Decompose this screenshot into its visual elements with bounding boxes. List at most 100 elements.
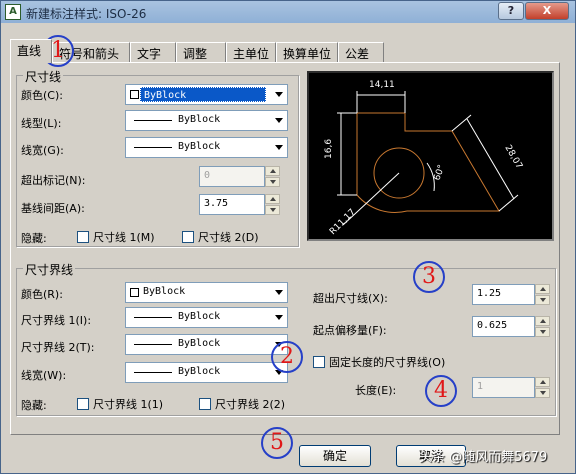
dim-linetype-select[interactable]: ByBlock <box>125 110 288 131</box>
checkbox-label: 尺寸界线 1(1) <box>93 398 164 411</box>
preview-dim-2: 16,6 <box>324 139 334 159</box>
dim-color-value: ByBlock <box>140 87 266 102</box>
ext-lineweight-select[interactable]: ByBlock <box>125 362 288 383</box>
chevron-down-icon <box>275 118 283 123</box>
ext-lines-title: 尺寸界线 <box>23 261 76 278</box>
suppress-ext-line-1-checkbox[interactable]: 尺寸界线 1(1) <box>77 396 163 412</box>
tab-tolerances[interactable]: 公差 <box>338 42 384 62</box>
dim-lines-title: 尺寸线 <box>23 68 64 85</box>
dim-linetype-value: ByBlock <box>178 114 221 125</box>
checkbox-box[interactable] <box>199 398 211 410</box>
spin-down-icon[interactable] <box>265 177 280 187</box>
ok-button[interactable]: 确定 <box>299 445 371 467</box>
suppress-ext-line-2-checkbox[interactable]: 尺寸界线 2(2) <box>199 396 285 412</box>
dim-linetype-label: 线型(L): <box>21 117 62 130</box>
ext-line-1-label: 尺寸界线 1(I): <box>21 314 92 327</box>
line-sample <box>134 372 172 373</box>
dim-lineweight-label: 线宽(G): <box>21 144 64 157</box>
preview-radius: R11,17 <box>328 207 358 237</box>
dimension-style-dialog: A 新建标注样式: ISO-26 ? X 直线 符号和箭头 文字 调整 主单位 … <box>0 0 576 474</box>
fixed-length-value: 1 <box>477 381 484 392</box>
tab-text[interactable]: 文字 <box>130 42 176 62</box>
dim-lineweight-value: ByBlock <box>178 141 221 152</box>
dimension-preview-drawing: 14,11 16,6 28,07 60° R11,17 <box>324 80 524 237</box>
extend-beyond-dim-input[interactable]: 1.25 <box>472 284 550 305</box>
extend-beyond-ticks-label: 超出标记(N): <box>21 174 86 187</box>
checkbox-label: 尺寸界线 2(2) <box>215 398 286 411</box>
spin-up-icon[interactable] <box>265 194 280 204</box>
extend-beyond-ticks-value: 0 <box>204 170 211 181</box>
spinner-buttons[interactable] <box>535 377 550 398</box>
dim-color-label: 颜色(C): <box>21 89 63 102</box>
checkbox-box[interactable] <box>77 231 89 243</box>
ext-line-2-label: 尺寸界线 2(T): <box>21 341 95 354</box>
extend-beyond-dim-label: 超出尺寸线(X): <box>313 292 388 305</box>
spin-down-icon[interactable] <box>535 388 550 398</box>
baseline-spacing-input[interactable]: 3.75 <box>199 194 280 215</box>
spin-up-icon[interactable] <box>535 377 550 387</box>
spin-down-icon[interactable] <box>535 327 550 337</box>
ext-line-1-linetype-select[interactable]: ByBlock <box>125 307 288 328</box>
spin-up-icon[interactable] <box>265 166 280 176</box>
ext-line-1-value: ByBlock <box>178 311 221 322</box>
preview-angle: 60° <box>432 164 447 182</box>
extend-beyond-dim-value: 1.25 <box>477 288 502 299</box>
line-sample <box>134 317 172 318</box>
tab-alternate-units[interactable]: 换算单位 <box>276 42 338 62</box>
origin-offset-label: 起点偏移量(F): <box>313 324 387 337</box>
checkbox-box[interactable] <box>182 231 194 243</box>
checkbox-label: 尺寸线 1(M) <box>93 231 155 244</box>
color-swatch <box>130 288 139 297</box>
spin-down-icon[interactable] <box>265 205 280 215</box>
spin-up-icon[interactable] <box>535 316 550 326</box>
origin-offset-input[interactable]: 0.625 <box>472 316 550 337</box>
dim-color-select[interactable]: ByBlock <box>125 84 288 105</box>
spinner-buttons[interactable] <box>535 316 550 337</box>
preview-dim-1: 14,11 <box>369 80 395 90</box>
annotation-badge-4: 4 <box>425 375 457 407</box>
preview-dim-3: 28,07 <box>502 144 524 171</box>
baseline-spacing-value: 3.75 <box>204 198 229 209</box>
annotation-badge-3: 3 <box>413 261 445 293</box>
help-button[interactable]: ? <box>498 2 524 20</box>
checkbox-box[interactable] <box>313 356 325 368</box>
ext-lineweight-label: 线宽(W): <box>21 369 67 382</box>
chevron-down-icon <box>275 92 283 97</box>
ext-lineweight-value: ByBlock <box>178 366 221 377</box>
suppress-dim-line-1-checkbox[interactable]: 尺寸线 1(M) <box>77 229 155 245</box>
line-sample <box>134 120 172 121</box>
fixed-length-label: 长度(E): <box>355 384 397 397</box>
spinner-buttons[interactable] <box>535 284 550 305</box>
dim-lineweight-select[interactable]: ByBlock <box>125 137 288 158</box>
line-sample <box>134 344 172 345</box>
ext-line-2-value: ByBlock <box>178 338 221 349</box>
ext-color-value: ByBlock <box>143 286 186 297</box>
tab-lines[interactable]: 直线 <box>10 39 52 63</box>
fixed-length-input[interactable]: 1 <box>472 377 550 398</box>
fixed-length-ext-checkbox[interactable]: 固定长度的尺寸界线(O) <box>313 354 445 370</box>
color-swatch <box>130 90 139 99</box>
checkbox-label: 固定长度的尺寸界线(O) <box>329 356 446 369</box>
chevron-down-icon <box>275 315 283 320</box>
close-button[interactable]: X <box>525 2 569 20</box>
tab-primary-units[interactable]: 主单位 <box>226 42 276 62</box>
tab-fit[interactable]: 调整 <box>176 42 226 62</box>
baseline-spacing-label: 基线间距(A): <box>21 202 85 215</box>
annotation-badge-5: 5 <box>261 427 293 459</box>
spin-up-icon[interactable] <box>535 284 550 294</box>
title-bar: A 新建标注样式: ISO-26 ? X <box>1 1 575 23</box>
ext-suppress-label: 隐藏: <box>21 399 47 412</box>
spinner-buttons[interactable] <box>265 166 280 187</box>
chevron-down-icon <box>275 290 283 295</box>
origin-offset-value: 0.625 <box>477 320 508 331</box>
ext-color-select[interactable]: ByBlock <box>125 282 288 303</box>
spin-down-icon[interactable] <box>535 295 550 305</box>
window-title: 新建标注样式: ISO-26 <box>26 7 147 21</box>
spinner-buttons[interactable] <box>265 194 280 215</box>
extend-beyond-ticks-input[interactable]: 0 <box>199 166 280 187</box>
ext-line-2-linetype-select[interactable]: ByBlock <box>125 334 288 355</box>
watermark: 头条 @随风而舞5679 <box>419 450 548 465</box>
checkbox-box[interactable] <box>77 398 89 410</box>
suppress-dim-line-2-checkbox[interactable]: 尺寸线 2(D) <box>182 229 259 245</box>
preview-geometry <box>356 112 500 213</box>
